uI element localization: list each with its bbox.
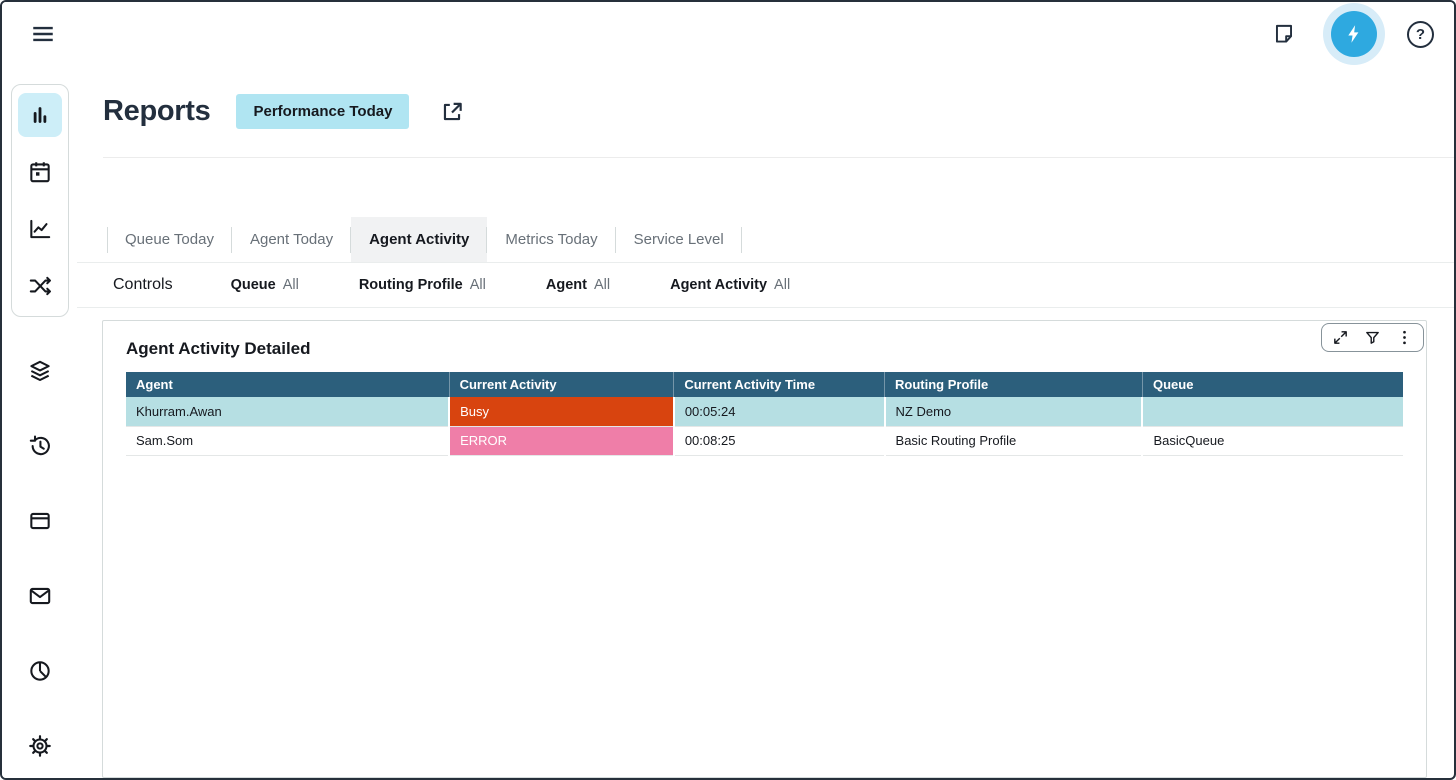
cell-queue xyxy=(1142,397,1403,426)
table-row: Khurram.Awan Busy 00:05:24 NZ Demo xyxy=(126,397,1403,426)
expand-button[interactable] xyxy=(1332,329,1349,346)
expand-icon xyxy=(1332,329,1349,346)
cell-current-activity-time: 00:08:25 xyxy=(674,426,885,455)
table-row: Sam.Som ERROR 00:08:25 Basic Routing Pro… xyxy=(126,426,1403,455)
filter-routing-profile[interactable]: Routing ProfileAll xyxy=(359,277,486,293)
sidebar-item-bar-chart[interactable] xyxy=(18,93,62,137)
notes-icon xyxy=(1271,21,1297,47)
sidebar-item-layers[interactable] xyxy=(18,349,62,393)
help-icon: ? xyxy=(1416,26,1425,43)
app-window: ? xyxy=(0,0,1456,780)
tab-queue-today[interactable]: Queue Today xyxy=(107,217,232,262)
layers-icon xyxy=(27,358,53,384)
cell-current-activity-time: 00:05:24 xyxy=(674,397,885,426)
calendar-icon xyxy=(27,159,53,185)
sidebar xyxy=(2,66,77,778)
sidebar-lower-group xyxy=(18,349,62,768)
filter-queue[interactable]: QueueAll xyxy=(231,277,299,293)
sidebar-item-history[interactable] xyxy=(18,424,62,468)
cell-queue: BasicQueue xyxy=(1142,426,1403,455)
more-options-button[interactable] xyxy=(1396,329,1413,346)
sidebar-item-window-card[interactable] xyxy=(18,499,62,543)
flash-icon xyxy=(1343,23,1365,45)
filter-agent[interactable]: AgentAll xyxy=(546,277,610,293)
flash-button[interactable] xyxy=(1331,11,1377,57)
kebab-menu-icon xyxy=(1396,329,1413,346)
sidebar-item-line-chart[interactable] xyxy=(18,207,62,251)
flash-button-halo xyxy=(1323,3,1385,65)
filters: QueueAll Routing ProfileAll AgentAll Age… xyxy=(231,277,791,293)
sidebar-item-pie-chart[interactable] xyxy=(18,649,62,693)
table-header-row: Agent Current Activity Current Activity … xyxy=(126,372,1403,397)
sidebar-report-group xyxy=(11,84,69,317)
col-routing-profile: Routing Profile xyxy=(885,372,1143,397)
page-title: Reports xyxy=(103,95,210,128)
tab-agent-today[interactable]: Agent Today xyxy=(232,217,351,262)
cell-current-activity: Busy xyxy=(449,397,674,426)
external-link-icon xyxy=(439,99,465,125)
col-queue: Queue xyxy=(1142,372,1403,397)
help-button[interactable]: ? xyxy=(1407,21,1434,48)
main-area: Reports Performance Today Queue Today Ag… xyxy=(77,66,1454,778)
sidebar-item-routing[interactable] xyxy=(18,264,62,308)
header-divider xyxy=(103,157,1454,158)
cell-routing-profile: NZ Demo xyxy=(885,397,1143,426)
performance-today-chip[interactable]: Performance Today xyxy=(236,94,409,129)
history-icon xyxy=(27,433,53,459)
notes-button[interactable] xyxy=(1267,17,1301,51)
topbar: ? xyxy=(2,2,1454,66)
sidebar-item-settings[interactable] xyxy=(18,724,62,768)
card-toolbar xyxy=(1321,323,1424,352)
page-header: Reports Performance Today xyxy=(77,66,1454,157)
filter-button[interactable] xyxy=(1364,329,1381,346)
col-current-activity-time: Current Activity Time xyxy=(674,372,885,397)
window-card-icon xyxy=(27,508,53,534)
pie-chart-icon xyxy=(27,658,53,684)
sidebar-item-calendar[interactable] xyxy=(18,150,62,194)
cell-agent: Khurram.Awan xyxy=(126,397,449,426)
funnel-icon xyxy=(1364,329,1381,346)
report-tabs: Queue Today Agent Today Agent Activity M… xyxy=(107,217,1454,262)
controls-bar: Controls QueueAll Routing ProfileAll Age… xyxy=(77,262,1454,308)
controls-label: Controls xyxy=(113,276,173,294)
mail-icon xyxy=(27,583,53,609)
report-card: Agent Activity Detailed Agent Current Ac… xyxy=(102,320,1427,778)
line-chart-icon xyxy=(27,216,53,242)
bar-chart-icon xyxy=(27,102,53,128)
report-title: Agent Activity Detailed xyxy=(126,339,1426,359)
cell-agent: Sam.Som xyxy=(126,426,449,455)
tab-service-level[interactable]: Service Level xyxy=(616,217,742,262)
menu-button[interactable] xyxy=(26,17,60,51)
routing-icon xyxy=(27,273,53,299)
col-current-activity: Current Activity xyxy=(449,372,674,397)
cell-routing-profile: Basic Routing Profile xyxy=(885,426,1143,455)
tab-agent-activity[interactable]: Agent Activity xyxy=(351,217,487,262)
tab-metrics-today[interactable]: Metrics Today xyxy=(487,217,615,262)
agent-activity-table: Agent Current Activity Current Activity … xyxy=(126,372,1403,456)
cell-current-activity: ERROR xyxy=(449,426,674,455)
menu-icon xyxy=(30,21,56,47)
sidebar-item-mail[interactable] xyxy=(18,574,62,618)
filter-agent-activity[interactable]: Agent ActivityAll xyxy=(670,277,790,293)
col-agent: Agent xyxy=(126,372,449,397)
open-external-button[interactable] xyxy=(435,95,469,129)
settings-gear-icon xyxy=(27,733,53,759)
topbar-actions: ? xyxy=(1267,3,1434,65)
